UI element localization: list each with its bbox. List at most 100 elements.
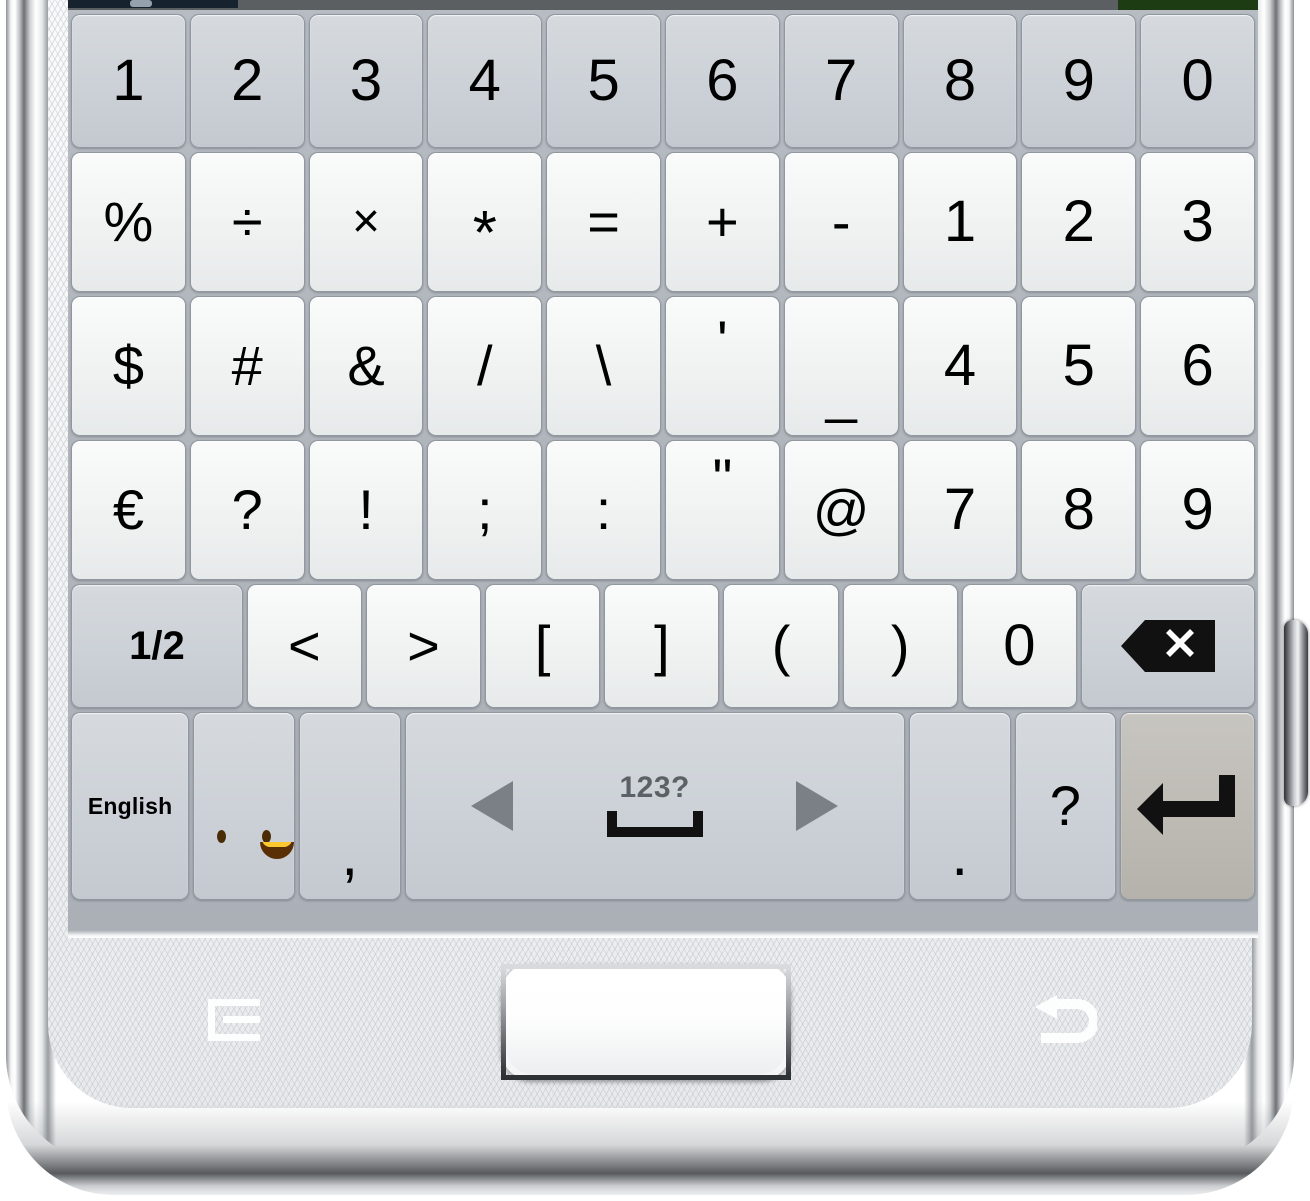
- back-softkey[interactable]: [1027, 991, 1097, 1053]
- spacebar-inner: 123?: [406, 713, 904, 899]
- key-quote[interactable]: ": [664, 440, 780, 580]
- keyboard-row-operators: % ÷ × * = + - 1 2 3: [71, 152, 1255, 292]
- key-bracket-open[interactable]: [: [485, 584, 601, 708]
- key-7[interactable]: 7: [902, 440, 1018, 580]
- key-label: 8: [1062, 477, 1095, 542]
- key-apostrophe[interactable]: ': [664, 296, 780, 436]
- key-less-than[interactable]: <: [246, 584, 362, 708]
- app-strip-dark-region: [68, 0, 238, 8]
- key-comma[interactable]: ,: [298, 712, 401, 900]
- key-label: 3: [1181, 189, 1214, 254]
- home-button[interactable]: [501, 964, 791, 1080]
- key-emoji[interactable]: [193, 712, 295, 900]
- key-0[interactable]: 0: [1140, 14, 1255, 148]
- keyboard-row-symbols-1: $ # & / \ ' _ 4 5 6: [71, 296, 1255, 436]
- key-backspace[interactable]: [1080, 584, 1255, 708]
- key-label: ): [890, 614, 910, 677]
- key-asterisk[interactable]: *: [427, 152, 543, 292]
- language-label: English: [87, 792, 173, 819]
- key-6[interactable]: 6: [664, 14, 780, 148]
- key-4[interactable]: 4: [902, 296, 1018, 436]
- key-3-alt[interactable]: 3: [1140, 152, 1255, 292]
- key-bracket-close[interactable]: ]: [604, 584, 720, 708]
- key-label: 6: [706, 48, 739, 113]
- key-label: ?: [1049, 774, 1081, 837]
- arrow-right-icon[interactable]: [790, 777, 844, 835]
- key-label: %: [103, 190, 154, 253]
- key-label: 9: [1181, 477, 1214, 542]
- key-label: ×: [351, 195, 380, 248]
- keyboard-row-bottom: English , 123? . ?: [71, 712, 1256, 900]
- key-1-alt[interactable]: 1: [902, 152, 1018, 292]
- key-colon[interactable]: :: [546, 440, 661, 580]
- key-enter[interactable]: [1120, 712, 1256, 900]
- key-semicolon[interactable]: ;: [427, 440, 543, 580]
- key-at[interactable]: @: [783, 440, 899, 580]
- phone-screen: 1 2 3 4 5 6 7 8 9 0 % ÷ × * = + - 1 2 3 …: [68, 0, 1258, 937]
- key-label: 1: [112, 48, 145, 113]
- key-1[interactable]: 1: [71, 14, 186, 148]
- key-minus[interactable]: -: [783, 152, 899, 292]
- power-button[interactable]: [1284, 620, 1308, 806]
- key-8[interactable]: 8: [902, 14, 1018, 148]
- key-period[interactable]: .: [908, 712, 1011, 900]
- key-label: #: [231, 334, 263, 397]
- key-3[interactable]: 3: [308, 14, 424, 148]
- key-label: 2: [231, 48, 264, 113]
- menu-softkey[interactable]: [203, 991, 265, 1053]
- key-4[interactable]: 4: [427, 14, 543, 148]
- key-multiply[interactable]: ×: [308, 152, 424, 292]
- key-label: _: [825, 361, 857, 424]
- key-2[interactable]: 2: [189, 14, 305, 148]
- key-question-1[interactable]: ?: [189, 440, 305, 580]
- enter-icon: [1133, 769, 1243, 843]
- key-label: &: [347, 334, 385, 397]
- key-paren-open[interactable]: (: [723, 584, 839, 708]
- key-9[interactable]: 9: [1021, 14, 1137, 148]
- key-divide[interactable]: ÷: [189, 152, 305, 292]
- key-plus[interactable]: +: [664, 152, 780, 292]
- key-slash[interactable]: /: [427, 296, 543, 436]
- key-label: /: [477, 334, 493, 397]
- key-question-2[interactable]: ?: [1014, 712, 1117, 900]
- key-greater-than[interactable]: >: [365, 584, 482, 708]
- key-label: ,: [341, 821, 359, 888]
- key-dollar[interactable]: $: [71, 296, 186, 436]
- key-label: 2: [1062, 189, 1095, 254]
- key-label: 7: [825, 48, 858, 113]
- key-page-toggle[interactable]: 1/2: [71, 584, 243, 708]
- key-5[interactable]: 5: [546, 14, 661, 148]
- key-ampersand[interactable]: &: [308, 296, 424, 436]
- key-underscore[interactable]: _: [783, 296, 899, 436]
- key-8[interactable]: 8: [1021, 440, 1137, 580]
- key-equals[interactable]: =: [546, 152, 661, 292]
- key-hash[interactable]: #: [189, 296, 305, 436]
- key-2-alt[interactable]: 2: [1021, 152, 1137, 292]
- key-0-alt[interactable]: 0: [961, 584, 1077, 708]
- key-euro[interactable]: €: [71, 440, 186, 580]
- key-label: 6: [1181, 333, 1214, 398]
- key-label: 5: [587, 48, 620, 113]
- page-toggle-label: 1/2: [129, 624, 185, 668]
- navigation-bar: [48, 937, 1252, 1107]
- key-9[interactable]: 9: [1140, 440, 1255, 580]
- space-center: 123?: [603, 771, 707, 841]
- key-space[interactable]: 123?: [404, 712, 905, 900]
- key-label: <: [288, 614, 321, 677]
- key-percent[interactable]: %: [71, 152, 186, 292]
- key-5[interactable]: 5: [1021, 296, 1137, 436]
- key-backslash[interactable]: \: [546, 296, 661, 436]
- key-label: ': [717, 309, 728, 372]
- key-label: :: [595, 478, 612, 541]
- key-exclamation[interactable]: !: [308, 440, 424, 580]
- key-label: \: [595, 334, 612, 397]
- key-7[interactable]: 7: [783, 14, 899, 148]
- key-label: !: [358, 478, 374, 541]
- key-paren-close[interactable]: ): [842, 584, 958, 708]
- backspace-icon: [1119, 618, 1217, 674]
- key-label: ": [712, 447, 733, 510]
- key-label: €: [112, 478, 144, 541]
- arrow-left-icon[interactable]: [465, 777, 519, 835]
- key-6[interactable]: 6: [1140, 296, 1255, 436]
- key-language[interactable]: English: [71, 712, 190, 900]
